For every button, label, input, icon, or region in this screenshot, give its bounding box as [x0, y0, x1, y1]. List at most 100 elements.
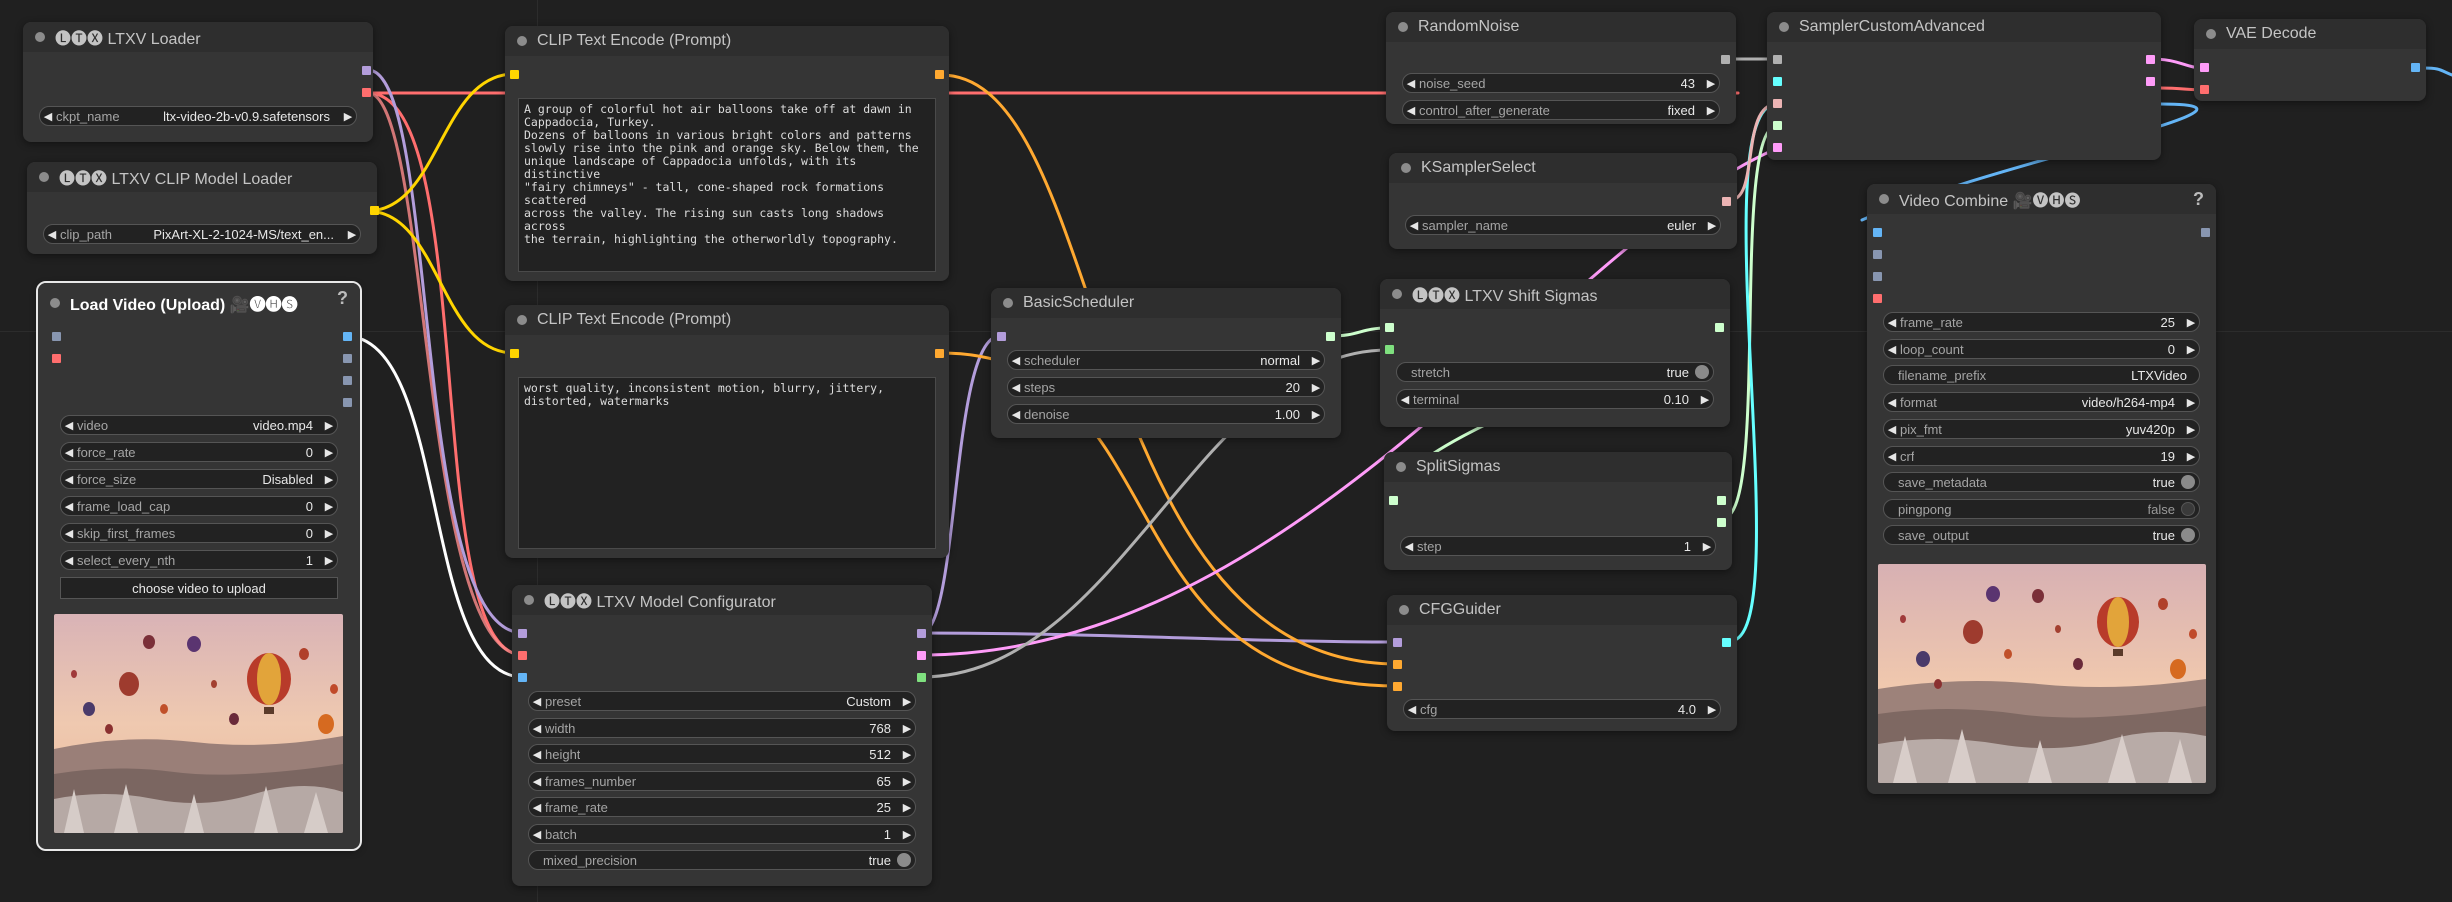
triangle-right-icon[interactable]: ▶ — [321, 473, 337, 486]
prompt-textarea[interactable]: A group of colorful hot air balloons tak… — [518, 98, 936, 272]
format-combo[interactable]: ◀ format video/h264-mp4 ▶ — [1883, 392, 2200, 412]
pingpong-toggle[interactable]: pingpong false — [1883, 499, 2200, 519]
frame-load-cap-number[interactable]: ◀ frame_load_cap 0 ▶ — [60, 496, 338, 516]
filenames-output-slot[interactable] — [2201, 228, 2210, 237]
node-header[interactable]: CLIP Text Encode (Prompt) — [505, 305, 949, 335]
noise-output-slot[interactable] — [1721, 55, 1730, 64]
ltxv-loader-node[interactable]: 🅛🅣🅧 LTXV Loader ◀ ckpt_name ltx-video-2b… — [23, 22, 373, 142]
triangle-left-icon[interactable]: ◀ — [61, 419, 77, 432]
triangle-left-icon[interactable]: ◀ — [1884, 343, 1900, 356]
random-noise-node[interactable]: RandomNoise ◀ noise_seed 43 ▶ ◀ control_… — [1386, 12, 1736, 124]
triangle-left-icon[interactable]: ◀ — [1884, 423, 1900, 436]
triangle-left-icon[interactable]: ◀ — [529, 828, 545, 841]
sampler-output-slot[interactable] — [1722, 197, 1731, 206]
help-icon[interactable]: ? — [337, 288, 348, 309]
triangle-left-icon[interactable]: ◀ — [61, 500, 77, 513]
collapse-dot-icon[interactable] — [1779, 22, 1789, 32]
preset-combo[interactable]: ◀ preset Custom ▶ — [528, 691, 916, 711]
node-header[interactable]: VAE Decode — [2194, 19, 2426, 49]
pix-fmt-combo[interactable]: ◀ pix_fmt yuv420p ▶ — [1883, 419, 2200, 439]
mixed-precision-toggle[interactable]: mixed_precision true — [528, 850, 916, 870]
terminal-number[interactable]: ◀ terminal 0.10 ▶ — [1396, 389, 1714, 409]
basic-scheduler-node[interactable]: BasicScheduler ◀ scheduler normal ▶ ◀ st… — [991, 288, 1341, 438]
triangle-right-icon[interactable]: ▶ — [1704, 703, 1720, 716]
triangle-left-icon[interactable]: ◀ — [61, 446, 77, 459]
node-header[interactable]: 🅛🅣🅧 LTXV Loader — [23, 22, 373, 52]
model-output-slot[interactable] — [362, 66, 371, 75]
triangle-left-icon[interactable]: ◀ — [529, 775, 545, 788]
ltxv-model-configurator-node[interactable]: 🅛🅣🅧 LTXV Model Configurator ◀ preset Cus… — [512, 585, 932, 886]
triangle-right-icon[interactable]: ▶ — [321, 554, 337, 567]
triangle-left-icon[interactable]: ◀ — [1008, 381, 1024, 394]
negative-input-slot[interactable] — [1393, 682, 1402, 691]
triangle-left-icon[interactable]: ◀ — [40, 110, 56, 123]
triangle-right-icon[interactable]: ▶ — [899, 748, 915, 761]
height-number[interactable]: ◀ height 512 ▶ — [528, 744, 916, 764]
triangle-right-icon[interactable]: ▶ — [321, 500, 337, 513]
ksampler-select-node[interactable]: KSamplerSelect ◀ sampler_name euler ▶ — [1389, 153, 1737, 249]
triangle-left-icon[interactable]: ◀ — [529, 748, 545, 761]
save-output-toggle[interactable]: save_output true — [1883, 525, 2200, 545]
image-input-slot[interactable] — [518, 673, 527, 682]
collapse-dot-icon[interactable] — [1401, 163, 1411, 173]
node-header[interactable]: BasicScheduler — [991, 288, 1341, 318]
node-header[interactable]: SplitSigmas — [1384, 452, 1732, 482]
sampler-custom-advanced-node[interactable]: SamplerCustomAdvanced — [1767, 12, 2161, 160]
meta-input-slot[interactable] — [52, 332, 61, 341]
triangle-right-icon[interactable]: ▶ — [1703, 104, 1719, 117]
model-input-slot[interactable] — [1393, 638, 1402, 647]
sigmas-input-slot[interactable] — [1385, 323, 1394, 332]
triangle-right-icon[interactable]: ▶ — [340, 110, 356, 123]
audio-output-slot[interactable] — [343, 376, 352, 385]
sigma-shift-output-slot[interactable] — [917, 673, 926, 682]
toggle-on-icon[interactable] — [2181, 528, 2195, 542]
triangle-right-icon[interactable]: ▶ — [2183, 450, 2199, 463]
frame-rate-number[interactable]: ◀ frame_rate 25 ▶ — [1883, 312, 2200, 332]
toggle-off-icon[interactable] — [2181, 502, 2195, 516]
cfg-guider-node[interactable]: CFGGuider ◀ cfg 4.0 ▶ — [1387, 595, 1737, 731]
collapse-dot-icon[interactable] — [1399, 605, 1409, 615]
triangle-right-icon[interactable]: ▶ — [899, 695, 915, 708]
model-output-slot[interactable] — [917, 629, 926, 638]
triangle-right-icon[interactable]: ▶ — [2183, 423, 2199, 436]
sampler-name-combo[interactable]: ◀ sampler_name euler ▶ — [1405, 215, 1721, 235]
vae-output-slot[interactable] — [362, 88, 371, 97]
triangle-left-icon[interactable]: ◀ — [1401, 540, 1417, 553]
collapse-dot-icon[interactable] — [517, 315, 527, 325]
guider-output-slot[interactable] — [1722, 638, 1731, 647]
skip-first-frames-number[interactable]: ◀ skip_first_frames 0 ▶ — [60, 523, 338, 543]
triangle-right-icon[interactable]: ▶ — [899, 775, 915, 788]
latent-input-slot[interactable] — [1773, 143, 1782, 152]
sigmas-input-slot[interactable] — [1773, 121, 1782, 130]
triangle-right-icon[interactable]: ▶ — [899, 722, 915, 735]
collapse-dot-icon[interactable] — [1392, 289, 1402, 299]
triangle-left-icon[interactable]: ◀ — [529, 695, 545, 708]
triangle-right-icon[interactable]: ▶ — [1308, 354, 1324, 367]
triangle-right-icon[interactable]: ▶ — [1697, 393, 1713, 406]
output-latent-slot[interactable] — [2146, 55, 2155, 64]
denoise-number[interactable]: ◀ denoise 1.00 ▶ — [1007, 404, 1325, 424]
collapse-dot-icon[interactable] — [39, 172, 49, 182]
crf-number[interactable]: ◀ crf 19 ▶ — [1883, 446, 2200, 466]
save-metadata-toggle[interactable]: save_metadata true — [1883, 472, 2200, 492]
clip-text-encode-negative-node[interactable]: CLIP Text Encode (Prompt) worst quality,… — [505, 305, 949, 558]
clip-input-slot[interactable] — [510, 349, 519, 358]
triangle-left-icon[interactable]: ◀ — [61, 473, 77, 486]
frame-count-output-slot[interactable] — [343, 354, 352, 363]
sigma-shift-input-slot[interactable] — [1385, 345, 1394, 354]
sigmas-input-slot[interactable] — [1389, 496, 1398, 505]
force-size-combo[interactable]: ◀ force_size Disabled ▶ — [60, 469, 338, 489]
stretch-toggle[interactable]: stretch true — [1396, 362, 1714, 382]
collapse-dot-icon[interactable] — [517, 36, 527, 46]
image-output-slot[interactable] — [343, 332, 352, 341]
collapse-dot-icon[interactable] — [35, 32, 45, 42]
triangle-right-icon[interactable]: ▶ — [1699, 540, 1715, 553]
collapse-dot-icon[interactable] — [1879, 194, 1889, 204]
collapse-dot-icon[interactable] — [50, 298, 60, 308]
vae-input-slot[interactable] — [1873, 294, 1882, 303]
scheduler-combo[interactable]: ◀ scheduler normal ▶ — [1007, 350, 1325, 370]
triangle-left-icon[interactable]: ◀ — [1406, 219, 1422, 232]
split-sigmas-node[interactable]: SplitSigmas ◀ step 1 ▶ — [1384, 452, 1732, 570]
width-number[interactable]: ◀ width 768 ▶ — [528, 718, 916, 738]
clip-output-slot[interactable] — [370, 206, 379, 215]
